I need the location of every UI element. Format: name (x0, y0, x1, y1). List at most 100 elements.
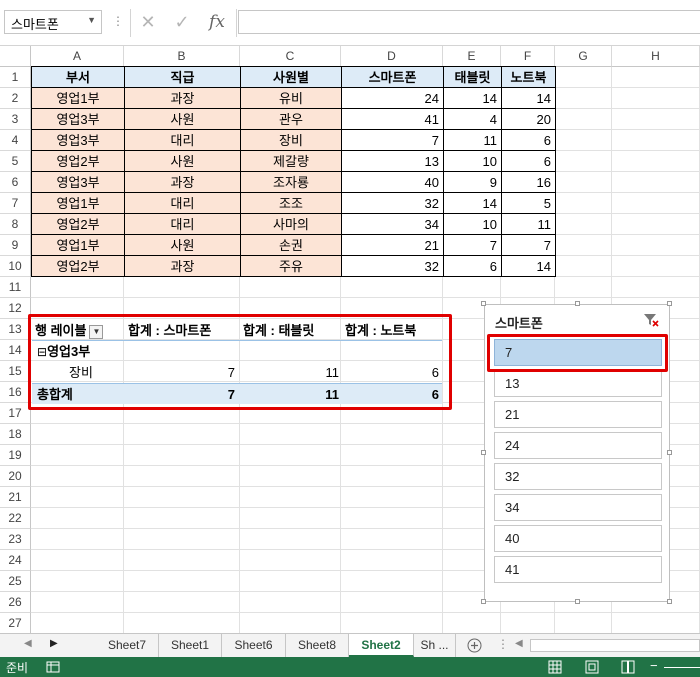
row-header-21[interactable]: 21 (0, 487, 31, 508)
table-cell[interactable]: 영업3부 (31, 129, 125, 151)
horizontal-scrollbar[interactable] (530, 639, 700, 652)
table-cell[interactable]: 21 (341, 234, 444, 256)
table-header-cell[interactable]: 부서 (31, 66, 125, 88)
table-cell[interactable]: 영업1부 (31, 192, 125, 214)
table-cell[interactable]: 14 (443, 192, 502, 214)
formula-input[interactable] (238, 10, 700, 34)
row-header-5[interactable]: 5 (0, 151, 31, 172)
table-cell[interactable]: 사원 (124, 150, 241, 172)
table-header-cell[interactable]: 태블릿 (443, 66, 502, 88)
resize-handle[interactable] (481, 450, 486, 455)
table-cell[interactable]: 관우 (240, 108, 342, 130)
chevron-down-icon[interactable]: ▼ (87, 15, 96, 25)
table-cell[interactable]: 6 (501, 150, 556, 172)
row-header-1[interactable]: 1 (0, 67, 31, 88)
row-header-18[interactable]: 18 (0, 424, 31, 445)
sheet-tab[interactable]: Sh ... (414, 634, 456, 657)
table-header-cell[interactable]: 노트북 (501, 66, 556, 88)
table-header-cell[interactable]: 스마트폰 (341, 66, 444, 88)
row-header-22[interactable]: 22 (0, 508, 31, 529)
table-cell[interactable]: 9 (443, 171, 502, 193)
table-cell[interactable]: 41 (341, 108, 444, 130)
slicer-item[interactable]: 34 (494, 494, 662, 521)
table-cell[interactable]: 영업1부 (31, 234, 125, 256)
slicer-item[interactable]: 21 (494, 401, 662, 428)
table-cell[interactable]: 조자룡 (240, 171, 342, 193)
table-cell[interactable]: 32 (341, 255, 444, 277)
table-cell[interactable]: 영업3부 (31, 171, 125, 193)
row-header-17[interactable]: 17 (0, 403, 31, 424)
table-cell[interactable]: 제갈량 (240, 150, 342, 172)
table-cell[interactable]: 과장 (124, 87, 241, 109)
resize-handle[interactable] (667, 301, 672, 306)
sheet-tab[interactable]: Sheet1 (159, 634, 222, 657)
resize-handle[interactable] (481, 301, 486, 306)
table-cell[interactable]: 조조 (240, 192, 342, 214)
resize-handle[interactable] (667, 450, 672, 455)
table-cell[interactable]: 14 (501, 255, 556, 277)
row-header-26[interactable]: 26 (0, 592, 31, 613)
sheet-tab[interactable]: Sheet6 (222, 634, 286, 657)
table-cell[interactable]: 손권 (240, 234, 342, 256)
table-cell[interactable]: 14 (443, 87, 502, 109)
row-header-27[interactable]: 27 (0, 613, 31, 634)
cancel-icon[interactable]: ✕ (134, 9, 162, 35)
resize-handle[interactable] (667, 599, 672, 604)
row-header-7[interactable]: 7 (0, 193, 31, 214)
row-header-8[interactable]: 8 (0, 214, 31, 235)
table-cell[interactable]: 영업2부 (31, 255, 125, 277)
row-header-20[interactable]: 20 (0, 466, 31, 487)
table-cell[interactable]: 10 (443, 213, 502, 235)
table-header-cell[interactable]: 사원별 (240, 66, 342, 88)
row-header-23[interactable]: 23 (0, 529, 31, 550)
enter-icon[interactable]: ✓ (168, 9, 196, 35)
row-header-12[interactable]: 12 (0, 298, 31, 319)
resize-handle[interactable] (575, 599, 580, 604)
table-cell[interactable]: 대리 (124, 192, 241, 214)
function-icon[interactable]: fx (203, 9, 231, 35)
table-cell[interactable]: 34 (341, 213, 444, 235)
table-cell[interactable]: 7 (443, 234, 502, 256)
row-header-10[interactable]: 10 (0, 256, 31, 277)
row-header-25[interactable]: 25 (0, 571, 31, 592)
row-header-24[interactable]: 24 (0, 550, 31, 571)
page-break-icon[interactable] (621, 660, 635, 674)
table-cell[interactable]: 사원 (124, 234, 241, 256)
table-cell[interactable]: 6 (501, 129, 556, 151)
table-cell[interactable]: 6 (443, 255, 502, 277)
table-cell[interactable]: 10 (443, 150, 502, 172)
slicer-item[interactable]: 32 (494, 463, 662, 490)
table-cell[interactable]: 13 (341, 150, 444, 172)
table-cell[interactable]: 14 (501, 87, 556, 109)
table-cell[interactable]: 사원 (124, 108, 241, 130)
table-cell[interactable]: 7 (341, 129, 444, 151)
table-cell[interactable]: 대리 (124, 213, 241, 235)
table-cell[interactable]: 영업3부 (31, 108, 125, 130)
row-header-13[interactable]: 13 (0, 319, 31, 340)
column-header-c[interactable]: C (240, 46, 341, 67)
table-cell[interactable]: 대리 (124, 129, 241, 151)
table-cell[interactable]: 4 (443, 108, 502, 130)
row-header-11[interactable]: 11 (0, 277, 31, 298)
row-header-4[interactable]: 4 (0, 130, 31, 151)
table-cell[interactable]: 영업2부 (31, 213, 125, 235)
table-cell[interactable]: 사마의 (240, 213, 342, 235)
row-header-9[interactable]: 9 (0, 235, 31, 256)
table-cell[interactable]: 24 (341, 87, 444, 109)
sheet-tab[interactable]: Sheet7 (96, 634, 159, 657)
row-header-19[interactable]: 19 (0, 445, 31, 466)
table-cell[interactable]: 40 (341, 171, 444, 193)
prev-sheet-icon[interactable]: ◀ (24, 638, 32, 649)
page-layout-icon[interactable] (585, 660, 599, 674)
resize-handle[interactable] (575, 301, 580, 306)
select-all-corner[interactable] (0, 46, 31, 67)
next-sheet-icon[interactable]: ▶ (50, 638, 58, 649)
table-cell[interactable]: 32 (341, 192, 444, 214)
zoom-out-icon[interactable]: − (650, 658, 658, 673)
sheet-tab[interactable]: Sheet2 (349, 634, 414, 657)
table-cell[interactable]: 20 (501, 108, 556, 130)
column-header-f[interactable]: F (501, 46, 555, 67)
slicer-item[interactable]: 13 (494, 370, 662, 397)
slicer-item[interactable]: 40 (494, 525, 662, 552)
row-header-6[interactable]: 6 (0, 172, 31, 193)
